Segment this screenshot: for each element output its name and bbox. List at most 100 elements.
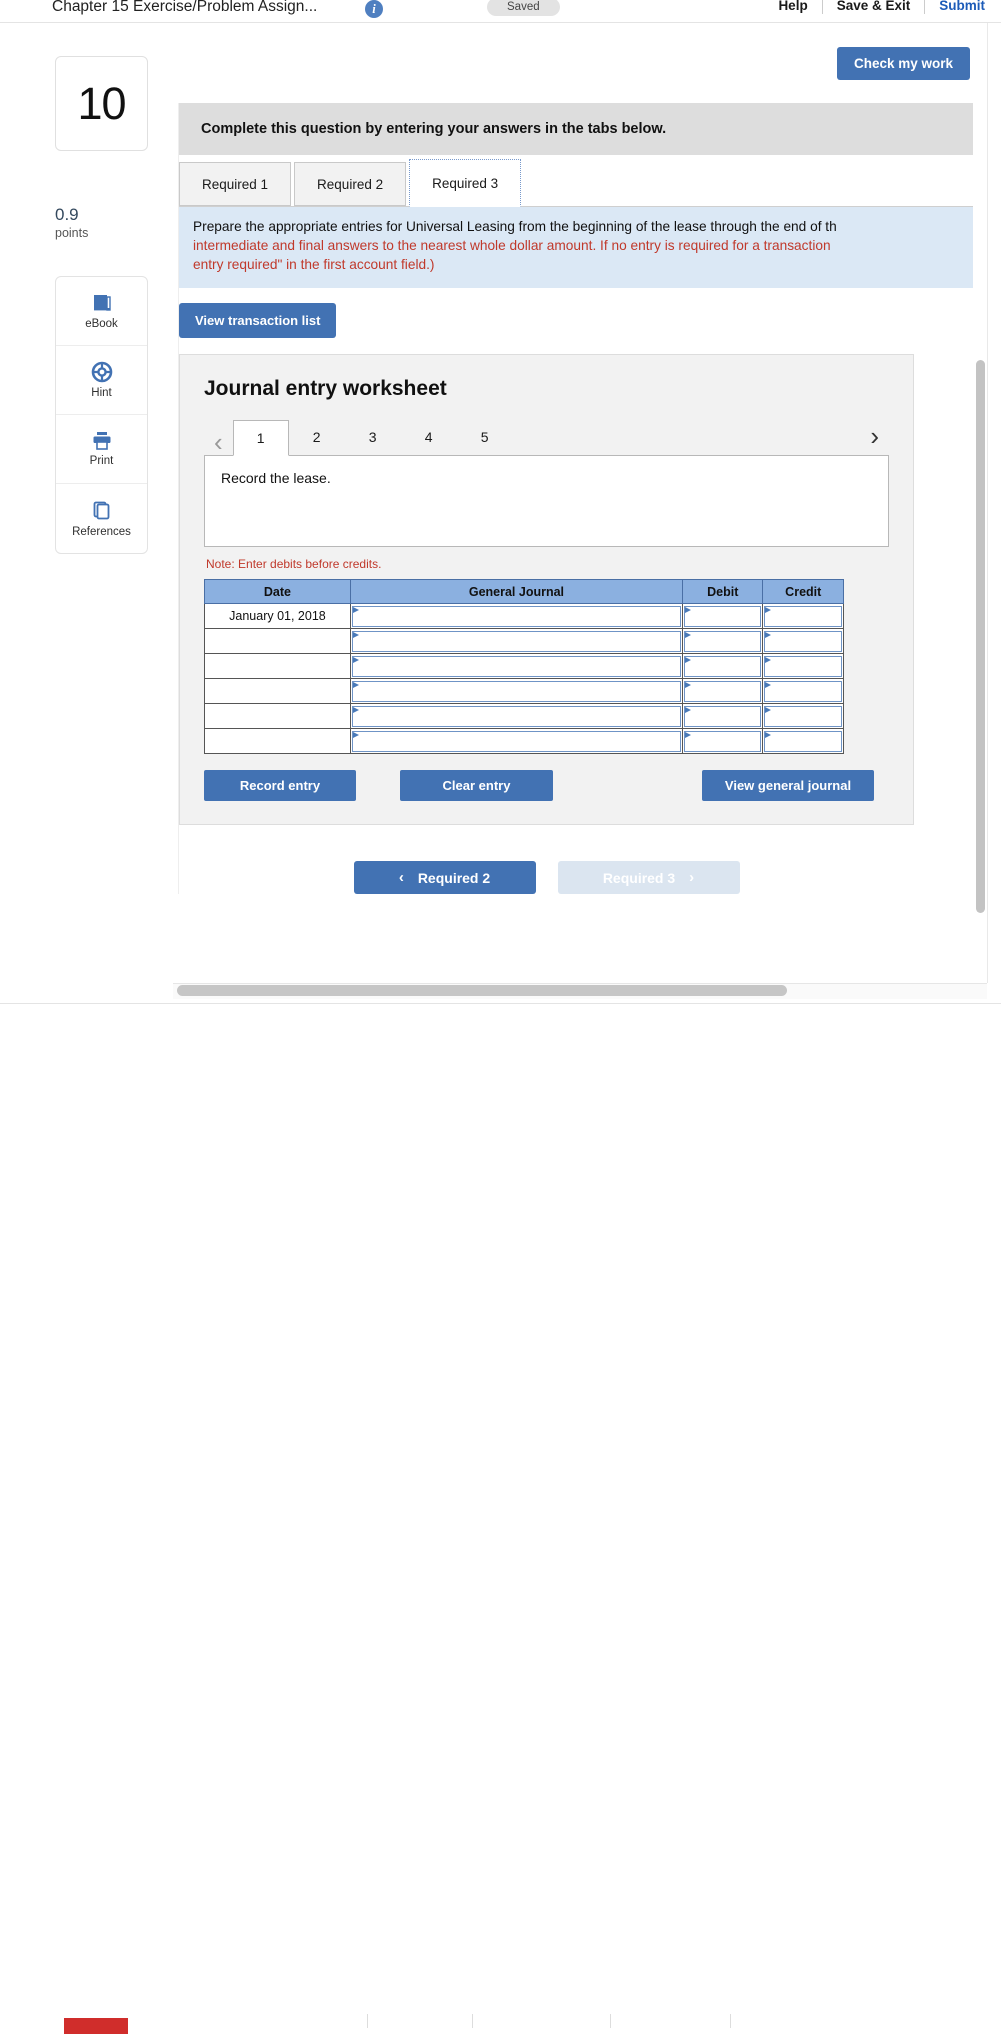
credit-input[interactable] [764,655,842,677]
table-row [204,628,844,654]
journal-entry-worksheet: Journal entry worksheet ‹ 1 2 3 4 5 › Re… [179,354,914,825]
next-entry-chevron-icon[interactable]: › [860,423,889,449]
life-ring-icon [91,361,113,383]
cell-credit[interactable] [762,703,844,729]
table-row [204,703,844,729]
cell-debit[interactable] [681,653,764,679]
sidebar-item-label: Print [89,455,114,467]
view-general-journal-button[interactable]: View general journal [702,770,874,801]
debit-input[interactable] [683,680,762,702]
entry-tab-5[interactable]: 5 [457,419,513,455]
tab-required-1[interactable]: Required 1 [179,162,292,206]
instructions-line-2: intermediate and final answers to the ne… [193,238,831,253]
cell-general-journal[interactable] [349,728,683,754]
page-footer [0,1004,1001,2034]
entry-description: Record the lease. [204,455,889,547]
vertical-scrollbar-thumb[interactable] [976,360,985,913]
question-banner: Complete this question by entering your … [179,103,987,155]
save-and-exit-button[interactable]: Save & Exit [823,0,925,13]
cell-debit[interactable] [681,628,764,654]
entry-tab-4[interactable]: 4 [401,419,457,455]
sidebar-item-label: Hint [91,387,112,399]
tab-required-3[interactable]: Required 3 [409,159,522,207]
worksheet-button-row: Record entry Clear entry View general jo… [204,770,874,802]
debit-input[interactable] [683,730,762,752]
account-select[interactable] [351,680,681,702]
sidebar-item-references[interactable]: References [56,484,147,553]
debit-input[interactable] [683,655,762,677]
prev-entry-chevron-icon[interactable]: ‹ [204,429,233,455]
debit-credit-note: Note: Enter debits before credits. [206,557,382,571]
prev-requirement-button[interactable]: ‹ Required 2 [353,861,536,894]
clear-entry-button[interactable]: Clear entry [400,770,553,801]
cell-credit[interactable] [762,653,844,679]
app-header-bar: Chapter 15 Exercise/Problem Assign... i … [0,0,1001,22]
cell-general-journal[interactable] [349,628,683,654]
required-tabs: Required 1 Required 2 Required 3 [179,155,987,207]
cell-general-journal[interactable] [349,703,683,729]
cell-debit[interactable] [681,678,764,704]
points-value: 0.9 [55,205,79,224]
entry-tab-2[interactable]: 2 [289,419,345,455]
horizontal-scrollbar-thumb[interactable] [177,985,787,996]
info-icon[interactable]: i [365,0,383,18]
entry-tab-1[interactable]: 1 [232,420,289,456]
entry-tab-3[interactable]: 3 [345,419,401,455]
next-requirement-label: Required 3 [602,869,676,886]
chevron-right-icon: › [689,869,695,886]
sidebar-item-hint[interactable]: Hint [56,346,147,415]
chevron-left-icon: ‹ [398,869,404,886]
debit-input[interactable] [683,630,762,652]
cell-credit[interactable] [762,678,844,704]
ebook-icon [91,292,113,314]
account-select[interactable] [351,705,681,727]
cell-credit[interactable] [762,628,844,654]
credit-input[interactable] [764,680,842,702]
cell-date [204,678,351,704]
cell-debit[interactable] [681,603,764,629]
view-transaction-list-button[interactable]: View transaction list [179,303,337,338]
account-select[interactable] [351,605,681,627]
help-button[interactable]: Help [764,0,821,13]
footer-divider-4 [730,2014,731,2028]
cell-general-journal[interactable] [349,678,683,704]
footer-divider-3 [610,2014,611,2028]
debit-input[interactable] [683,605,762,627]
footer-divider-1 [367,2014,368,2028]
sidebar-item-ebook[interactable]: eBook [56,277,147,346]
record-entry-button[interactable]: Record entry [204,770,356,801]
cell-date [204,628,351,654]
viewport-right-border [987,23,988,983]
requirement-navigation: ‹ Required 2 Required 3 › [179,861,914,894]
debit-input[interactable] [683,705,762,727]
column-header-general-journal: General Journal [349,579,683,604]
credit-input[interactable] [764,605,842,627]
account-select[interactable] [351,730,681,752]
entry-tab-strip: ‹ 1 2 3 4 5 › [204,415,889,456]
cell-debit[interactable] [681,703,764,729]
sidebar-item-label: References [72,525,131,538]
credit-input[interactable] [764,630,842,652]
account-select[interactable] [351,655,681,677]
table-row [204,728,844,754]
cell-date: January 01, 2018 [204,603,351,629]
column-header-debit: Debit [681,579,764,604]
cell-credit[interactable] [762,728,844,754]
account-select[interactable] [351,630,681,652]
next-requirement-button[interactable]: Required 3 › [557,861,740,894]
credit-input[interactable] [764,705,842,727]
cell-debit[interactable] [681,728,764,754]
footer-divider-2 [472,2014,473,2028]
tool-panel: eBook Hint Print References [55,276,148,554]
cell-general-journal[interactable] [349,603,683,629]
tab-required-2[interactable]: Required 2 [294,162,407,206]
submit-button[interactable]: Submit [925,0,993,13]
credit-input[interactable] [764,730,842,752]
sidebar-item-print[interactable]: Print [56,415,147,484]
mcgraw-hill-logo [64,2018,128,2034]
table-header-row: Date General Journal Debit Credit [204,579,844,604]
cell-general-journal[interactable] [349,653,683,679]
cell-credit[interactable] [762,603,844,629]
cell-date [204,653,351,679]
check-my-work-button[interactable]: Check my work [836,47,970,80]
